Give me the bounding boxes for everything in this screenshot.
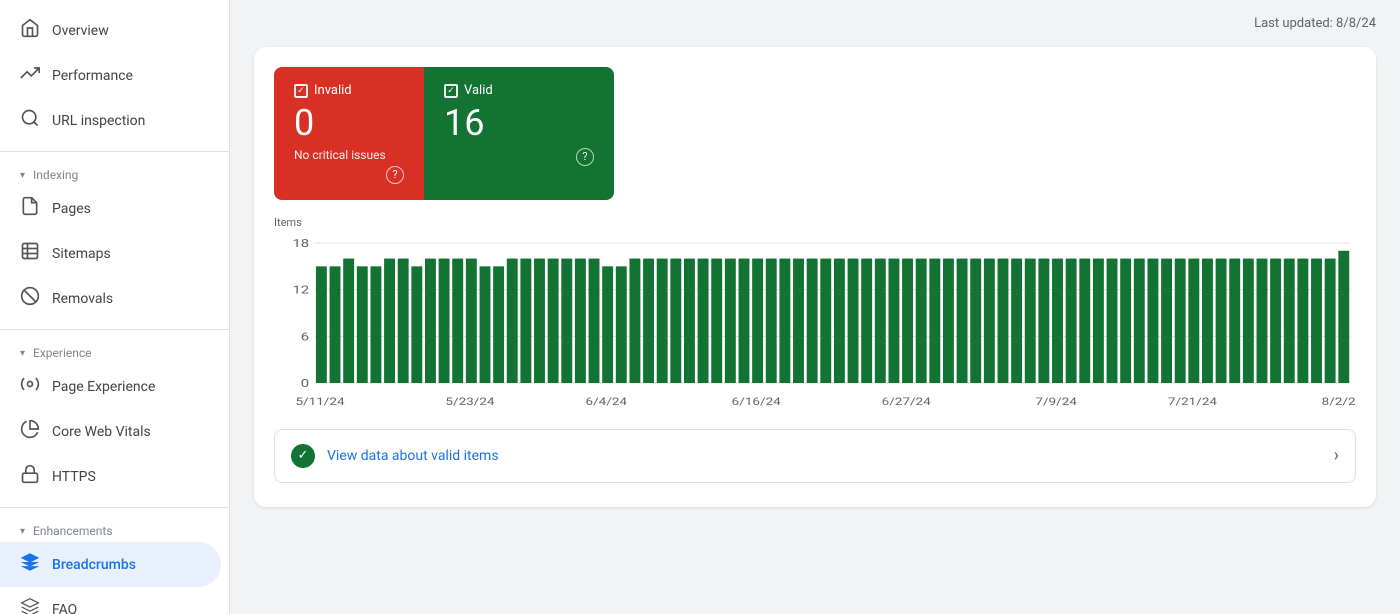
sidebar-item-page-experience[interactable]: Page Experience — [0, 364, 221, 409]
chart-y-label: Items — [274, 216, 1356, 229]
divider-3 — [0, 507, 229, 508]
valid-link-card[interactable]: ✓ View data about valid items › — [274, 429, 1356, 483]
invalid-header: ✓ Invalid — [294, 83, 404, 98]
chart-area: Items 0 6 12 18 5/11/24 5/23/24 6/4/24 6/16/24 6… — [254, 200, 1376, 429]
sidebar-item-pages[interactable]: Pages — [0, 186, 221, 231]
sidebar-item-label: Core Web Vitals — [52, 424, 151, 440]
status-cards: ✓ Invalid 0 No critical issues ? ✓ Valid — [274, 67, 614, 200]
svg-text:5/11/24: 5/11/24 — [295, 395, 344, 407]
sidebar-section-indexing: ▾ Indexing — [0, 160, 229, 186]
sidebar-item-removals[interactable]: Removals — [0, 276, 221, 321]
valid-question-icon[interactable]: ? — [576, 148, 594, 166]
sidebar-item-overview[interactable]: Overview — [0, 8, 221, 53]
sidebar-item-core-web-vitals[interactable]: Core Web Vitals — [0, 409, 221, 454]
valid-header: ✓ Valid — [444, 83, 594, 98]
search-icon — [20, 108, 40, 133]
chevron-down-icon: ▾ — [20, 170, 25, 181]
sidebar-item-label: Sitemaps — [52, 246, 111, 262]
svg-text:7/21/24: 7/21/24 — [1168, 395, 1217, 407]
svg-text:12: 12 — [292, 284, 309, 297]
divider-2 — [0, 329, 229, 330]
main-card: ✓ Invalid 0 No critical issues ? ✓ Valid — [254, 47, 1376, 507]
invalid-count: 0 — [294, 104, 404, 144]
valid-label: Valid — [464, 83, 493, 98]
invalid-status-card: ✓ Invalid 0 No critical issues ? — [274, 67, 424, 200]
sitemaps-icon — [20, 241, 40, 266]
lock-icon — [20, 464, 40, 489]
pages-icon — [20, 196, 40, 221]
sidebar-item-label: Page Experience — [52, 379, 155, 395]
svg-text:6/27/24: 6/27/24 — [882, 395, 931, 407]
svg-text:6: 6 — [301, 331, 309, 344]
svg-text:6/16/24: 6/16/24 — [732, 395, 781, 407]
svg-text:6/4/24: 6/4/24 — [586, 395, 628, 407]
sidebar-item-label: Overview — [52, 23, 109, 39]
valid-link-text: View data about valid items — [327, 448, 1322, 464]
sidebar-item-label: Pages — [52, 201, 91, 217]
invalid-footer: ? — [294, 166, 404, 184]
sidebar-item-https[interactable]: HTTPS — [0, 454, 221, 499]
valid-checkbox-icon: ✓ — [444, 84, 458, 98]
faq-icon — [20, 597, 40, 614]
sidebar-section-enhancements: ▾ Enhancements — [0, 516, 229, 542]
page-experience-icon — [20, 374, 40, 399]
valid-count: 16 — [444, 104, 594, 144]
performance-icon — [20, 63, 40, 88]
sidebar-item-sitemaps[interactable]: Sitemaps — [0, 231, 221, 276]
valid-footer: ? — [444, 148, 594, 166]
main-content: Last updated: 8/8/24 ✓ Invalid 0 No crit… — [230, 0, 1400, 614]
sidebar-item-label: HTTPS — [52, 469, 96, 485]
card-inner: ✓ Invalid 0 No critical issues ? ✓ Valid — [254, 67, 1376, 507]
valid-suffix: items — [460, 448, 498, 464]
home-icon — [20, 18, 40, 43]
sidebar-item-label: URL inspection — [52, 113, 145, 129]
sidebar-item-label: FAQ — [52, 602, 77, 614]
sidebar-item-breadcrumbs[interactable]: Breadcrumbs — [0, 542, 221, 587]
sidebar-item-label: Removals — [52, 291, 113, 307]
svg-text:18: 18 — [292, 237, 309, 250]
svg-text:8/2/24: 8/2/24 — [1322, 395, 1356, 407]
green-check-icon: ✓ — [291, 444, 315, 468]
sidebar: Overview Performance URL inspection ▾ In… — [0, 0, 230, 614]
last-updated: Last updated: 8/8/24 — [1254, 16, 1376, 31]
invalid-checkbox-icon: ✓ — [294, 84, 308, 98]
chevron-down-icon: ▾ — [20, 348, 25, 359]
sidebar-item-label: Performance — [52, 68, 133, 84]
chart-container: 0 6 12 18 5/11/24 5/23/24 6/4/24 6/16/24 6/27/24… — [274, 233, 1356, 413]
chart-svg: 0 6 12 18 5/11/24 5/23/24 6/4/24 6/16/24 6/27/24… — [274, 233, 1356, 413]
invalid-sublabel: No critical issues — [294, 148, 404, 162]
section-label: Enhancements — [33, 524, 113, 538]
breadcrumbs-icon — [20, 552, 40, 577]
section-label: Experience — [33, 346, 92, 360]
svg-text:7/9/24: 7/9/24 — [1035, 395, 1077, 407]
sidebar-item-label: Breadcrumbs — [52, 557, 136, 573]
sidebar-item-faq[interactable]: FAQ — [0, 587, 221, 614]
removals-icon — [20, 286, 40, 311]
sidebar-item-url-inspection[interactable]: URL inspection — [0, 98, 221, 143]
sidebar-section-experience: ▾ Experience — [0, 338, 229, 364]
chevron-down-icon: ▾ — [20, 526, 25, 537]
top-bar: Last updated: 8/8/24 — [254, 16, 1376, 31]
section-label: Indexing — [33, 168, 78, 182]
divider-1 — [0, 151, 229, 152]
sidebar-item-performance[interactable]: Performance — [0, 53, 221, 98]
invalid-label: Invalid — [314, 83, 352, 98]
chevron-right-icon: › — [1334, 445, 1339, 466]
svg-text:5/23/24: 5/23/24 — [445, 395, 494, 407]
core-web-vitals-icon — [20, 419, 40, 444]
svg-text:0: 0 — [301, 377, 309, 390]
valid-prefix: View data about — [327, 448, 431, 464]
valid-status-card: ✓ Valid 16 ? — [424, 67, 614, 200]
valid-link-anchor: valid — [431, 448, 460, 464]
invalid-question-icon[interactable]: ? — [386, 166, 404, 184]
